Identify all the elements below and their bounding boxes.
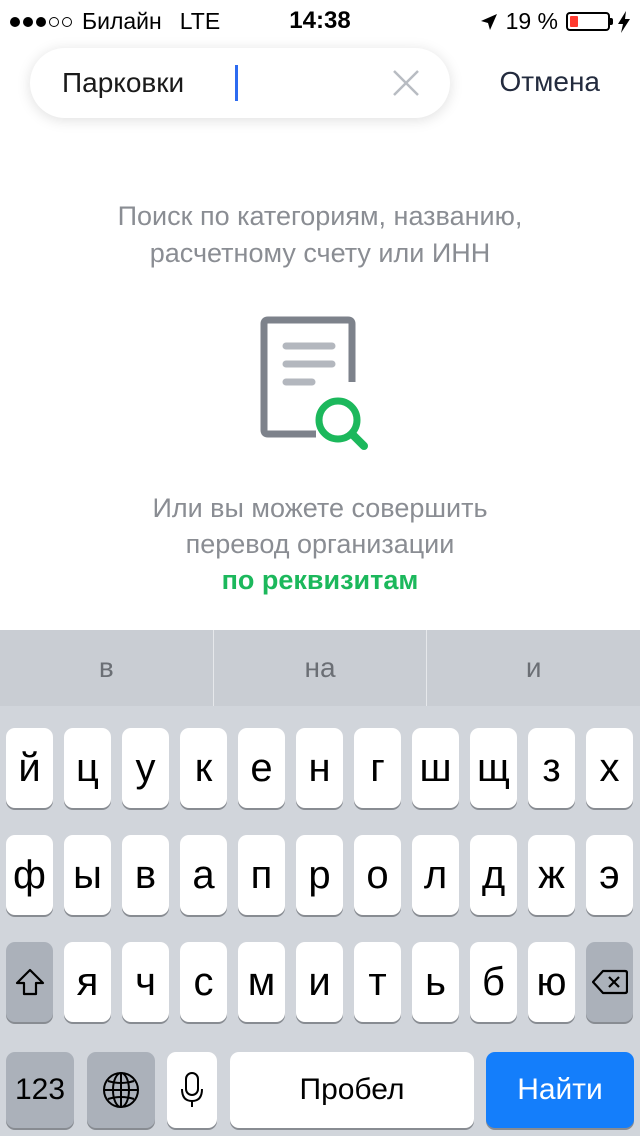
backspace-icon: [591, 969, 628, 995]
key[interactable]: х: [586, 728, 633, 808]
suggestion-2[interactable]: на: [214, 630, 428, 706]
search-hint: Поиск по категориям, названию, расчетном…: [40, 198, 600, 272]
charging-bolt-icon: [618, 10, 630, 33]
microphone-icon: [181, 1072, 203, 1107]
key[interactable]: ж: [528, 835, 575, 915]
hint-line-2: расчетному счету или ИНН: [149, 238, 491, 268]
key[interactable]: ч: [122, 942, 169, 1022]
transfer-by-details-link[interactable]: по реквизитам: [40, 562, 600, 598]
text-cursor: [235, 65, 238, 101]
search-bar: [30, 48, 450, 118]
shift-icon: [15, 968, 44, 996]
key[interactable]: ш: [412, 728, 459, 808]
dictation-key[interactable]: [167, 1052, 217, 1128]
key[interactable]: в: [122, 835, 169, 915]
globe-key[interactable]: [87, 1052, 155, 1128]
key[interactable]: у: [122, 728, 169, 808]
document-search-icon: [260, 316, 368, 450]
key[interactable]: п: [238, 835, 285, 915]
key[interactable]: л: [412, 835, 459, 915]
suggestion-1[interactable]: в: [0, 630, 214, 706]
key[interactable]: ф: [6, 835, 53, 915]
key[interactable]: о: [354, 835, 401, 915]
keyboard-suggestions: в на и: [0, 630, 640, 706]
cancel-button[interactable]: Отмена: [500, 66, 600, 98]
key[interactable]: ц: [64, 728, 111, 808]
key[interactable]: н: [296, 728, 343, 808]
key[interactable]: и: [296, 942, 343, 1022]
key[interactable]: й: [6, 728, 53, 808]
shift-key[interactable]: [6, 942, 53, 1022]
alt-line-2: перевод организации: [185, 529, 455, 559]
hint-line-1: Поиск по категориям, названию,: [117, 201, 523, 231]
key[interactable]: д: [470, 835, 517, 915]
keyboard: й ц у к е н г ш щ з х ф ы в а п р о л д …: [0, 706, 640, 1136]
key[interactable]: б: [470, 942, 517, 1022]
alt-line-1: Или вы можете совершить: [152, 493, 488, 523]
key[interactable]: г: [354, 728, 401, 808]
search-return-key[interactable]: Найти: [486, 1052, 634, 1128]
numbers-key[interactable]: 123: [6, 1052, 74, 1128]
signal-strength-icon: [10, 16, 72, 27]
search-input[interactable]: [62, 48, 402, 118]
key[interactable]: т: [354, 942, 401, 1022]
key[interactable]: е: [238, 728, 285, 808]
status-right: 19 %: [480, 8, 630, 35]
key[interactable]: ь: [412, 942, 459, 1022]
location-arrow-icon: [480, 13, 497, 30]
globe-icon: [103, 1072, 139, 1108]
clear-search-icon[interactable]: [392, 69, 420, 97]
status-left: Билайн LTE: [10, 8, 220, 35]
key[interactable]: м: [238, 942, 285, 1022]
key[interactable]: ю: [528, 942, 575, 1022]
space-key[interactable]: Пробел: [230, 1052, 474, 1128]
key[interactable]: к: [180, 728, 227, 808]
key[interactable]: я: [64, 942, 111, 1022]
alternative-transfer-text: Или вы можете совершить перевод организа…: [40, 490, 600, 598]
key[interactable]: с: [180, 942, 227, 1022]
backspace-key[interactable]: [586, 942, 633, 1022]
key[interactable]: а: [180, 835, 227, 915]
suggestion-3[interactable]: и: [427, 630, 640, 706]
key[interactable]: э: [586, 835, 633, 915]
carrier-name: Билайн: [82, 8, 162, 34]
network-type: LTE: [179, 8, 221, 34]
key[interactable]: р: [296, 835, 343, 915]
status-bar: Билайн LTE 14:38 19 %: [0, 0, 640, 40]
key[interactable]: ы: [64, 835, 111, 915]
key[interactable]: з: [528, 728, 575, 808]
battery-icon: [566, 12, 613, 31]
battery-percent: 19 %: [505, 8, 558, 34]
key[interactable]: щ: [470, 728, 517, 808]
